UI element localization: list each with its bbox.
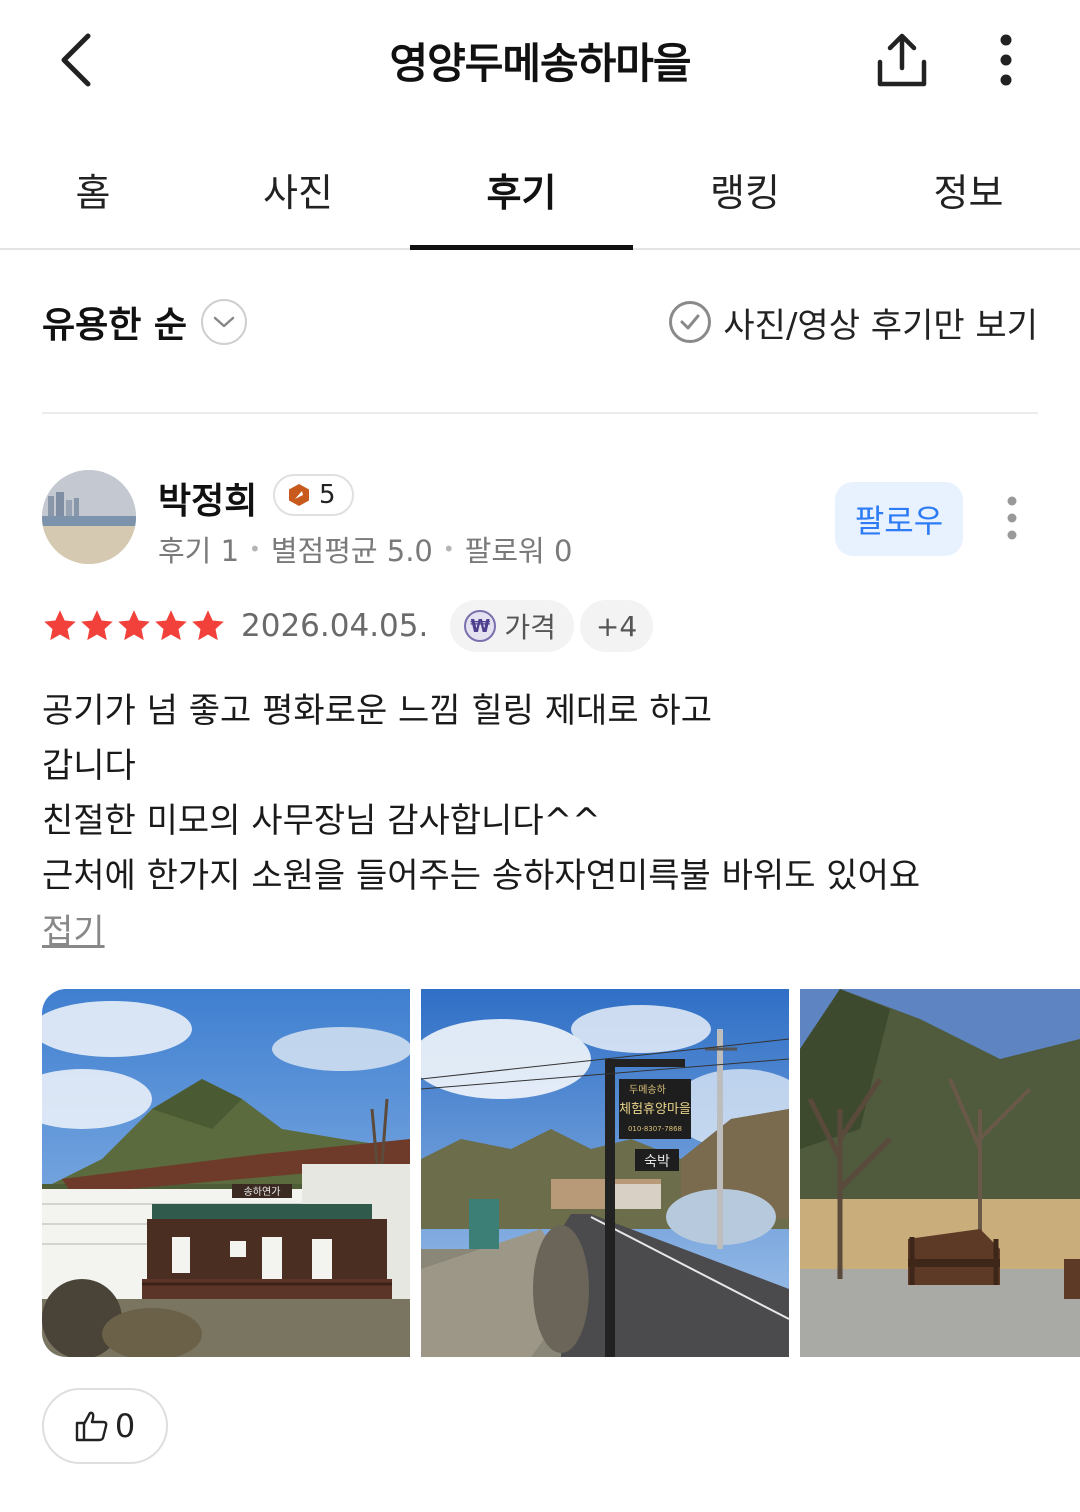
star-icon bbox=[118, 610, 150, 641]
share-icon bbox=[877, 33, 927, 87]
level-number: 5 bbox=[319, 480, 336, 510]
tab-photos[interactable]: 사진 bbox=[186, 130, 410, 248]
follower-count: 팔로워 0 bbox=[464, 534, 573, 568]
level-badge: 5 bbox=[273, 474, 354, 516]
photo-sign-text: 송하연가 bbox=[244, 1185, 281, 1198]
dot-separator: • bbox=[442, 537, 455, 561]
review-date: 2026.04.05. bbox=[241, 608, 429, 644]
photo-sign-text: 체험휴양마을 bbox=[619, 1102, 691, 1117]
star-icon bbox=[44, 610, 76, 641]
reviewer-stats: 후기 1 • 별점평균 5.0 • 팔로워 0 bbox=[158, 528, 572, 570]
section-divider bbox=[42, 412, 1038, 414]
top-app-bar: 영양두메송하마을 bbox=[0, 0, 1080, 120]
follow-button[interactable]: 팔로우 bbox=[835, 482, 963, 556]
chevron-left-icon bbox=[61, 33, 91, 87]
more-vertical-icon bbox=[1007, 496, 1017, 540]
like-button[interactable]: 0 bbox=[42, 1388, 168, 1464]
review-text-line: 근처에 한가지 소원을 들어주는 송하자연미륵불 바위도 있어요 bbox=[42, 856, 921, 896]
sort-dropdown[interactable]: 유용한 순 bbox=[42, 290, 248, 354]
chevron-down-icon bbox=[201, 299, 248, 345]
page-title: 영양두메송하마을 bbox=[389, 39, 691, 88]
active-tab-indicator bbox=[410, 245, 633, 250]
tag-label: 가격 bbox=[504, 611, 556, 644]
photo-sign-text: 숙박 bbox=[644, 1154, 670, 1170]
review-text-line: 공기가 넘 좋고 평화로운 느낌 힐링 제대로 하고 bbox=[42, 691, 712, 731]
tab-info[interactable]: 정보 bbox=[857, 130, 1080, 248]
review-more-button[interactable] bbox=[994, 490, 1030, 546]
star-icon bbox=[155, 610, 187, 641]
check-circle-icon bbox=[669, 301, 712, 343]
tag-chip-price[interactable]: ₩ 가격 bbox=[450, 600, 574, 652]
review-body: 공기가 넘 좋고 평화로운 느낌 힐링 제대로 하고 갑니다 친절한 미모의 사… bbox=[42, 684, 1038, 904]
tab-reviews[interactable]: 후기 bbox=[410, 130, 633, 248]
back-button[interactable] bbox=[48, 28, 104, 92]
rating-average: 별점평균 5.0 bbox=[270, 534, 433, 568]
review-photo[interactable]: 송하연가 bbox=[42, 989, 410, 1357]
collapse-link[interactable]: 접기 bbox=[42, 904, 105, 953]
won-icon: ₩ bbox=[464, 610, 497, 642]
photo-sign-text: 010-8307-7868 bbox=[628, 1125, 682, 1133]
star-rating bbox=[42, 608, 227, 644]
star-icon bbox=[192, 610, 224, 641]
review-photo-strip[interactable]: 송하연가 두메송하 체험휴양마을 010-8307-7868 숙박 bbox=[42, 989, 1080, 1357]
level-badge-icon bbox=[289, 484, 309, 506]
star-icon bbox=[81, 610, 113, 641]
review-photo[interactable]: 두메송하 체험휴양마을 010-8307-7868 숙박 bbox=[421, 989, 789, 1357]
review-text-line: 갑니다 bbox=[42, 746, 136, 786]
tab-ranking[interactable]: 랭킹 bbox=[633, 130, 857, 248]
more-options-button[interactable] bbox=[984, 28, 1028, 92]
dot-separator: • bbox=[249, 537, 261, 561]
thumbs-up-icon bbox=[75, 1411, 108, 1442]
review-count: 후기 1 bbox=[158, 534, 240, 568]
photo-video-only-toggle[interactable]: 사진/영상 후기만 보기 bbox=[669, 290, 1038, 354]
review-meta: 2026.04.05. ₩ 가격 +4 bbox=[42, 600, 654, 652]
review-text-line: 친절한 미모의 사무장님 감사합니다^^ bbox=[42, 801, 601, 841]
filter-label: 사진/영상 후기만 보기 bbox=[723, 305, 1038, 346]
share-button[interactable] bbox=[870, 28, 934, 92]
more-vertical-icon bbox=[1000, 34, 1012, 86]
tab-home[interactable]: 홈 bbox=[0, 130, 186, 248]
review-photo[interactable] bbox=[800, 989, 1080, 1357]
reviewer-name[interactable]: 박정희 bbox=[158, 472, 257, 524]
tab-bar: 홈 사진 후기 랭킹 정보 bbox=[0, 130, 1080, 250]
avatar[interactable] bbox=[42, 470, 136, 564]
sort-label: 유용한 순 bbox=[42, 305, 188, 346]
like-count: 0 bbox=[114, 1407, 136, 1445]
more-tags-chip[interactable]: +4 bbox=[579, 600, 654, 652]
sort-filter-bar: 유용한 순 사진/영상 후기만 보기 bbox=[42, 290, 1038, 354]
photo-sign-text: 두메송하 bbox=[629, 1083, 666, 1096]
